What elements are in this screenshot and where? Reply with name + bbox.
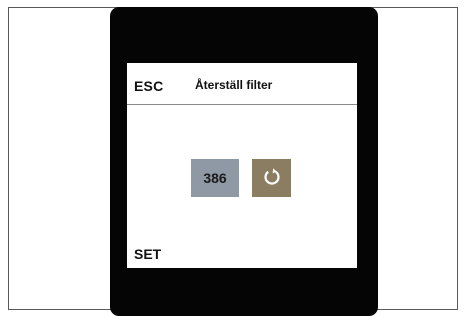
set-button[interactable]: SET [134, 246, 161, 262]
reset-icon [263, 166, 281, 191]
screen-header: ESC Återställ filter [127, 63, 357, 105]
display-screen: ESC Återställ filter 386 SET [127, 63, 357, 268]
filter-value-field[interactable]: 386 [191, 159, 239, 197]
reset-button[interactable] [252, 159, 291, 197]
screen-title: Återställ filter [195, 78, 273, 92]
esc-button[interactable]: ESC [134, 78, 163, 94]
filter-value: 386 [203, 170, 227, 186]
